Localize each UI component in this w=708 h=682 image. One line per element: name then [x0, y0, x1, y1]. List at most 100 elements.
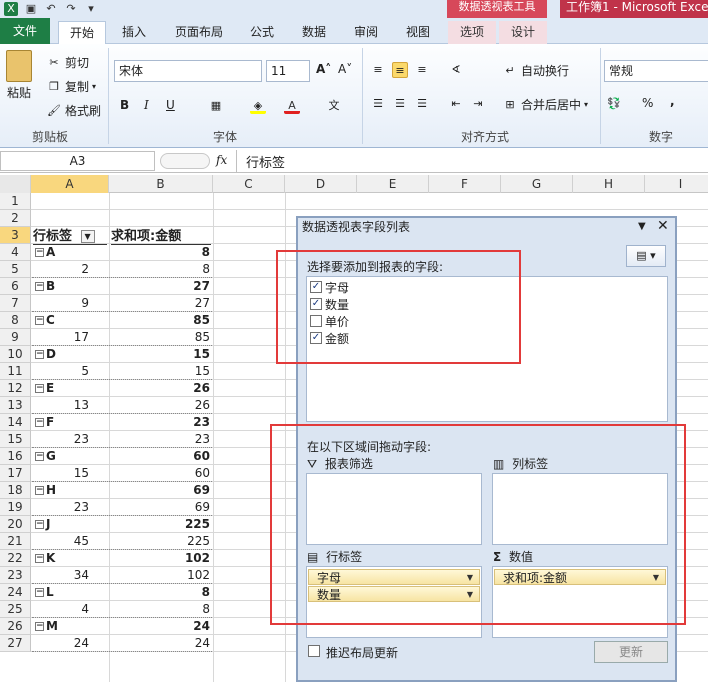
- column-header-g[interactable]: G: [501, 175, 573, 193]
- collapse-icon[interactable]: −: [35, 418, 44, 427]
- italic-button[interactable]: I: [144, 98, 149, 112]
- increase-indent-button[interactable]: ⇥: [470, 96, 486, 112]
- redo-icon[interactable]: ↷: [64, 2, 78, 16]
- wrap-text-button[interactable]: ↵ 自动换行: [502, 62, 569, 79]
- row-header[interactable]: 21: [0, 533, 31, 550]
- row-header[interactable]: 12: [0, 380, 31, 397]
- select-all-corner[interactable]: [0, 175, 31, 193]
- row-header[interactable]: 19: [0, 499, 31, 516]
- row-header[interactable]: 16: [0, 448, 31, 465]
- column-header-f[interactable]: F: [429, 175, 501, 193]
- tab-home[interactable]: 开始: [58, 21, 106, 44]
- collapse-icon[interactable]: −: [35, 316, 44, 325]
- comma-button[interactable]: ,: [670, 94, 675, 108]
- row-header[interactable]: 2: [0, 210, 31, 227]
- column-header-h[interactable]: H: [573, 175, 645, 193]
- format-painter-button[interactable]: 🖌 格式刷: [46, 102, 101, 119]
- column-header-b[interactable]: B: [109, 175, 213, 193]
- orientation-button[interactable]: ∢: [448, 62, 464, 78]
- bold-button[interactable]: B: [120, 98, 129, 112]
- collapse-icon[interactable]: −: [35, 350, 44, 359]
- collapse-icon[interactable]: −: [35, 520, 44, 529]
- underline-button[interactable]: U: [166, 98, 175, 112]
- row-header[interactable]: 27: [0, 635, 31, 652]
- decrease-indent-button[interactable]: ⇤: [448, 96, 464, 112]
- font-size-combo[interactable]: 11: [266, 60, 310, 82]
- align-left-button[interactable]: ☰: [370, 96, 386, 112]
- tab-view[interactable]: 视图: [396, 21, 440, 44]
- update-button[interactable]: 更新: [594, 641, 668, 663]
- grow-font-button[interactable]: A˄: [316, 62, 331, 76]
- fill-color-button[interactable]: ◈: [250, 98, 266, 114]
- row-header[interactable]: 4: [0, 244, 31, 261]
- defer-update-checkbox[interactable]: [308, 645, 320, 657]
- phonetic-button[interactable]: 文: [326, 98, 342, 114]
- tab-page-layout[interactable]: 页面布局: [166, 21, 232, 44]
- save-icon[interactable]: ▣: [24, 2, 38, 16]
- row-header[interactable]: 15: [0, 431, 31, 448]
- collapse-icon[interactable]: −: [35, 282, 44, 291]
- collapse-icon[interactable]: −: [35, 486, 44, 495]
- collapse-icon[interactable]: −: [35, 384, 44, 393]
- collapse-icon[interactable]: −: [35, 588, 44, 597]
- filter-dropdown-icon[interactable]: ▼: [80, 230, 95, 243]
- align-right-button[interactable]: ☰: [414, 96, 430, 112]
- row-header[interactable]: 24: [0, 584, 31, 601]
- font-name-combo[interactable]: 宋体: [114, 60, 262, 82]
- pivot-group-label[interactable]: − K: [31, 550, 109, 567]
- collapse-icon[interactable]: −: [35, 622, 44, 631]
- close-icon[interactable]: ✕: [657, 218, 669, 234]
- row-header[interactable]: 22: [0, 550, 31, 567]
- collapse-icon[interactable]: −: [35, 554, 44, 563]
- row-header[interactable]: 13: [0, 397, 31, 414]
- pivot-group-label[interactable]: − E: [31, 380, 109, 397]
- name-box[interactable]: A3: [0, 151, 155, 171]
- align-center-button[interactable]: ☰: [392, 96, 408, 112]
- insert-function-icon[interactable]: fx: [216, 153, 227, 167]
- pivot-group-label[interactable]: − J: [31, 516, 109, 533]
- column-header-i[interactable]: I: [645, 175, 708, 193]
- row-header[interactable]: 20: [0, 516, 31, 533]
- pivot-group-label[interactable]: − H: [31, 482, 109, 499]
- row-header[interactable]: 9: [0, 329, 31, 346]
- pivot-group-label[interactable]: − M: [31, 618, 109, 635]
- pivot-group-label[interactable]: − C: [31, 312, 109, 329]
- row-header[interactable]: 14: [0, 414, 31, 431]
- column-header-d[interactable]: D: [285, 175, 357, 193]
- collapse-icon[interactable]: −: [35, 248, 44, 257]
- column-header-e[interactable]: E: [357, 175, 429, 193]
- shrink-font-button[interactable]: A˅: [338, 62, 352, 76]
- copy-button[interactable]: ❐ 复制 ▾: [46, 78, 96, 95]
- formula-bar-divider-handle[interactable]: [160, 153, 210, 169]
- accounting-format-button[interactable]: 💱: [606, 96, 622, 112]
- row-header[interactable]: 11: [0, 363, 31, 380]
- pivot-group-label[interactable]: − B: [31, 278, 109, 295]
- row-header[interactable]: 7: [0, 295, 31, 312]
- row-header[interactable]: 5: [0, 261, 31, 278]
- tab-formulas[interactable]: 公式: [240, 21, 284, 44]
- tab-review[interactable]: 审阅: [344, 21, 388, 44]
- tab-options[interactable]: 选项: [448, 21, 496, 44]
- number-format-combo[interactable]: 常规: [604, 60, 708, 82]
- tab-insert[interactable]: 插入: [112, 21, 156, 44]
- align-bottom-button[interactable]: ≡: [414, 62, 430, 78]
- percent-button[interactable]: %: [642, 96, 653, 110]
- row-header[interactable]: 6: [0, 278, 31, 295]
- pivot-group-label[interactable]: − F: [31, 414, 109, 431]
- row-header[interactable]: 8: [0, 312, 31, 329]
- pivot-group-label[interactable]: − L: [31, 584, 109, 601]
- pivot-group-label[interactable]: − A: [31, 244, 109, 261]
- column-header-c[interactable]: C: [213, 175, 285, 193]
- row-header[interactable]: 25: [0, 601, 31, 618]
- row-header[interactable]: 1: [0, 193, 31, 210]
- merge-center-button[interactable]: ⊞ 合并后居中 ▾: [502, 96, 588, 113]
- panel-menu-icon[interactable]: ▼: [638, 221, 646, 232]
- collapse-icon[interactable]: −: [35, 452, 44, 461]
- align-middle-button[interactable]: ≡: [392, 62, 408, 78]
- borders-button[interactable]: ▦: [208, 98, 224, 114]
- customize-qat-icon[interactable]: ▾: [84, 2, 98, 16]
- tab-design[interactable]: 设计: [499, 21, 547, 44]
- row-header[interactable]: 18: [0, 482, 31, 499]
- paste-button[interactable]: 粘贴: [6, 50, 32, 101]
- row-header[interactable]: 17: [0, 465, 31, 482]
